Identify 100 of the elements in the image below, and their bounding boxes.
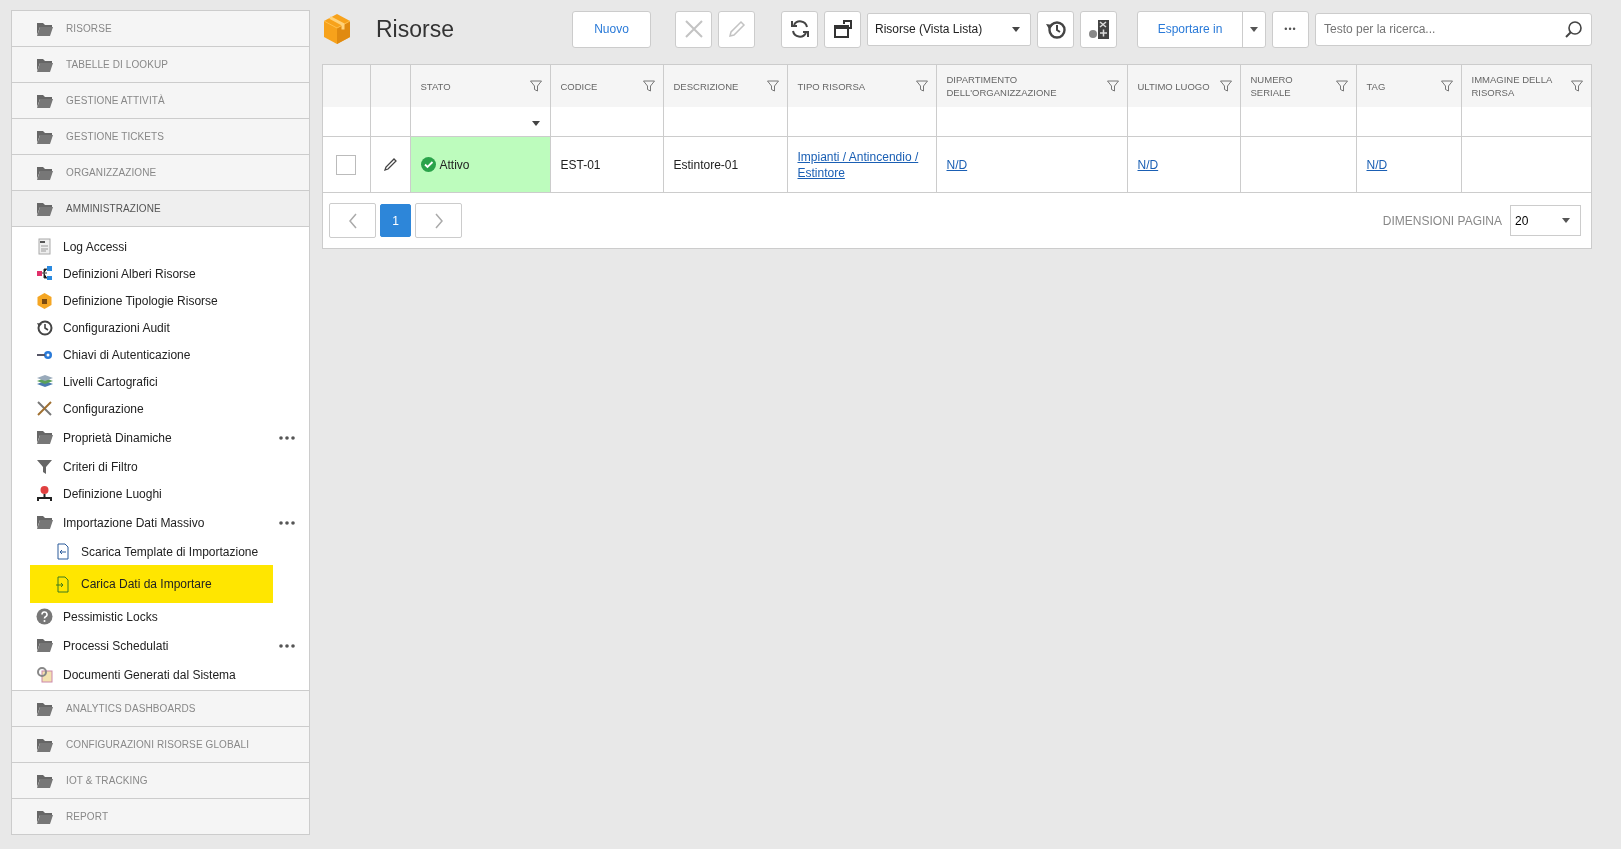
menu-item[interactable]: Log Accessi (12, 233, 309, 260)
history-icon (1044, 18, 1067, 40)
page-title: Risorse (376, 15, 455, 43)
section-header[interactable]: GESTIONE TICKETS (12, 119, 309, 155)
filter-icon (1219, 80, 1232, 92)
table-cell: EST-01 (550, 136, 663, 192)
window-button[interactable] (824, 10, 861, 48)
help-icon (36, 608, 53, 625)
folder-icon (36, 201, 53, 216)
chevron-right-icon (433, 212, 444, 229)
more-icon (279, 643, 295, 648)
menu-item[interactable]: Importazione Dati Massivo (12, 507, 309, 538)
folder-icon (36, 737, 53, 752)
row-checkbox[interactable] (336, 154, 357, 175)
link[interactable]: N/D (946, 156, 968, 173)
menu-item[interactable]: Chiavi di Autenticazione (12, 341, 309, 368)
highlighted-menu-item[interactable]: Carica Dati da Importare (30, 565, 273, 603)
section-header[interactable]: CONFIGURAZIONI RISORSE GLOBALI (12, 727, 309, 763)
document-arrow-icon (54, 575, 71, 593)
menu-item[interactable]: Definizione Luoghi (12, 480, 309, 507)
calculator-button[interactable] (1080, 10, 1117, 48)
filter-icon (642, 80, 655, 92)
menu-item[interactable]: Configurazioni Audit (12, 314, 309, 341)
new-button[interactable]: Nuovo (572, 10, 651, 48)
folder-icon (36, 57, 53, 72)
filter-icon (1106, 80, 1119, 92)
menu-item[interactable]: Livelli Cartografici (12, 368, 309, 395)
layers-icon (36, 373, 53, 390)
column-header[interactable]: TIPO RISORSA (787, 65, 936, 107)
filter-icon (1335, 80, 1348, 92)
page-button[interactable]: 1 (380, 204, 411, 237)
chevron-left-icon (347, 212, 358, 229)
pencil-icon[interactable] (382, 157, 398, 172)
window-icon (831, 18, 854, 40)
folder-icon (36, 165, 53, 180)
history-button[interactable] (1037, 10, 1074, 48)
caret-icon (1012, 26, 1020, 32)
tree-icon (36, 265, 53, 282)
filter-icon (766, 80, 779, 92)
folder-icon (36, 93, 53, 108)
section-header[interactable]: AMMINISTRAZIONE (12, 191, 309, 227)
folder-icon (36, 637, 53, 654)
folder-icon (36, 514, 53, 531)
menu-item[interactable]: Definizioni Alberi Risorse (12, 260, 309, 287)
more-icon (279, 435, 295, 440)
filter-icon (36, 458, 53, 475)
check-circle-icon (420, 157, 436, 172)
link[interactable]: N/D (1366, 156, 1388, 173)
refresh-icon (788, 18, 811, 40)
menu-item[interactable]: Scarica Template di Importazione (12, 538, 309, 565)
document-arrow-icon (54, 543, 71, 560)
menu-item[interactable]: Configurazione (12, 395, 309, 422)
caret-icon (531, 120, 540, 126)
menu-item[interactable]: Criteri di Filtro (12, 453, 309, 480)
link[interactable]: Impianti / Antincendio / Estintore (797, 148, 926, 181)
filter-icon (915, 80, 928, 92)
folder-icon (36, 429, 53, 446)
status-cell: Attivo (410, 136, 550, 192)
documents-icon (36, 666, 53, 683)
box-icon (322, 13, 352, 45)
refresh-button[interactable] (781, 10, 818, 48)
next-page-button[interactable] (415, 203, 462, 238)
hexagon-icon (36, 292, 53, 309)
menu-item[interactable]: Processi Schedulati (12, 630, 309, 661)
filter-icon (529, 80, 542, 92)
filter-icon (1571, 80, 1583, 92)
previous-page-button[interactable] (329, 203, 376, 238)
link[interactable]: N/D (1137, 156, 1159, 173)
document-icon (36, 238, 53, 255)
calculator-icon (1087, 18, 1110, 40)
section-header[interactable]: ANALYTICS DASHBOARDS (12, 691, 309, 727)
section-header[interactable]: IOT & TRACKING (12, 763, 309, 799)
column-header[interactable]: DIPARTIMENTO DELL'ORGANIZZAZIONE (936, 65, 1127, 107)
search-icon (1564, 19, 1583, 39)
section-header[interactable]: REPORT (12, 799, 309, 834)
section-header[interactable]: TABELLE DI LOOKUP (12, 47, 309, 83)
menu-item[interactable]: Pessimistic Locks (12, 603, 309, 630)
page-size-dropdown[interactable]: 20 (1510, 205, 1581, 236)
column-header[interactable]: DESCRIZIONE (663, 65, 787, 107)
folder-icon (36, 809, 53, 824)
history-icon (36, 319, 53, 336)
more-icon (279, 520, 295, 525)
menu-item[interactable]: Definizione Tipologie Risorse (12, 287, 309, 314)
section-header[interactable]: GESTIONE ATTIVITÀ (12, 83, 309, 119)
view-dropdown[interactable]: Risorse (Vista Lista) (867, 12, 1031, 46)
section-header[interactable]: ORGANIZZAZIONE (12, 155, 309, 191)
column-header[interactable]: IMMAGINE DELLA RISORSA (1461, 65, 1591, 107)
more-button[interactable]: ••• (1272, 10, 1309, 48)
menu-item[interactable]: Documenti Generati dal Sistema (12, 661, 309, 688)
section-header[interactable]: RISORSE (12, 11, 309, 47)
export-split-button[interactable]: Esportare in (1137, 10, 1266, 48)
menu-item[interactable]: Proprietà Dinamiche (12, 422, 309, 453)
column-header[interactable]: ULTIMO LUOGO (1127, 65, 1240, 107)
column-header[interactable]: NUMERO SERIALE (1240, 65, 1356, 107)
column-header[interactable]: CODICE (550, 65, 663, 107)
search-field[interactable]: Testo per la ricerca... (1315, 12, 1592, 46)
column-header[interactable]: STATO (410, 65, 550, 107)
folder-icon (36, 773, 53, 788)
folder-icon (36, 21, 53, 36)
column-header[interactable]: TAG (1356, 65, 1461, 107)
